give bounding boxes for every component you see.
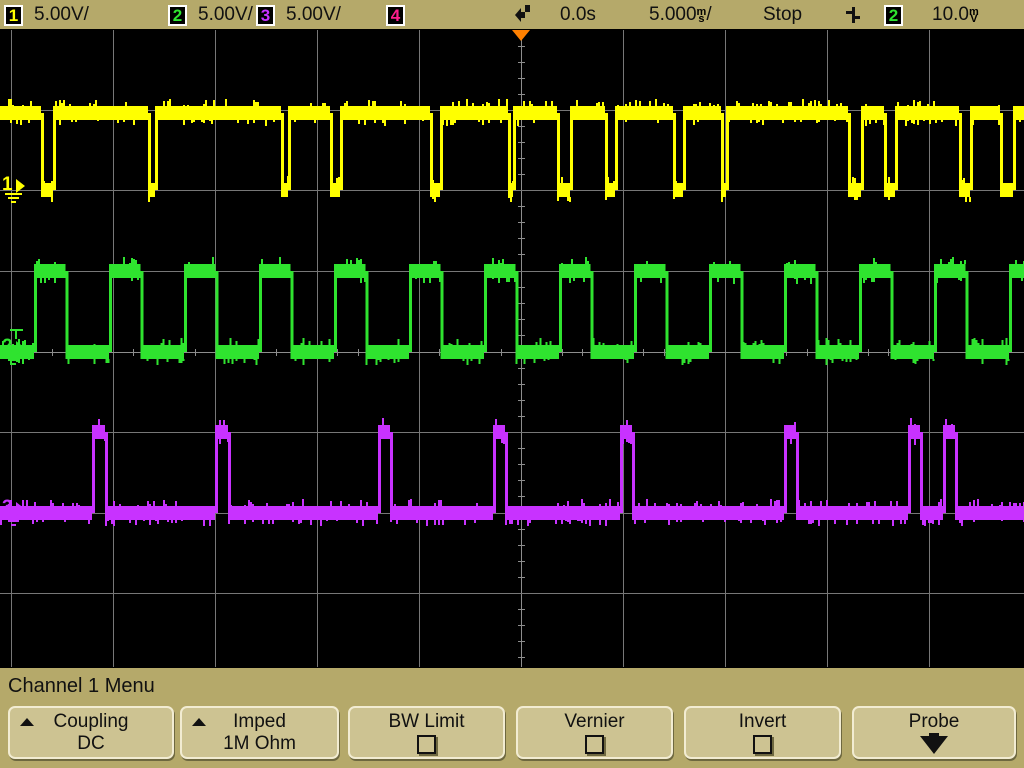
ground-symbol [5,193,22,195]
channel-2-badge[interactable]: 2 [168,5,187,26]
trigger-level-marker[interactable] [15,329,17,339]
channel-1-badge-label: 1 [9,7,18,24]
channel-1-ground-marker[interactable]: 1 [2,176,28,206]
ground-symbol [8,197,19,199]
soft-key-menu: Channel 1 Menu Coupling DC Imped 1M Ohm … [0,667,1024,768]
channel-2-status[interactable]: 2 5.00V/ [168,0,253,30]
channel-4-status[interactable]: 4 [386,0,405,30]
menu-title: Channel 1 Menu [8,675,155,698]
vernier-checkbox[interactable] [585,735,604,754]
timebase[interactable]: 5.000 m s / [649,0,712,30]
softkey-bw-limit-label: BW Limit [350,711,503,733]
ground-symbol [5,516,22,518]
softkey-imped-label: Imped [182,711,337,733]
invert-checkbox[interactable] [753,735,772,754]
channel-1-marker-pointer [16,179,25,193]
horizontal-delay[interactable]: 0.0s [560,0,596,30]
rising-edge-icon [845,5,861,25]
ground-symbol [8,359,19,361]
ground-symbol [5,355,22,357]
channel-3-marker-pointer [16,502,25,516]
channel-4-badge[interactable]: 4 [386,5,405,26]
channel-3-badge-label: 3 [261,7,270,24]
channel-1-badge[interactable]: 1 [4,5,23,26]
channel-2-badge-label: 2 [173,7,182,24]
bw-limit-checkbox[interactable] [417,735,436,754]
channel-2-marker-pointer [16,341,25,355]
trigger-source-badge[interactable]: 2 [884,5,903,26]
ground-symbol [11,524,16,526]
channel-1-trace [0,99,1024,202]
softkey-coupling-label: Coupling [10,711,172,733]
timebase-unit-denominator: s [698,16,704,23]
softkey-invert[interactable]: Invert [684,706,841,759]
softkey-imped-value: 1M Ohm [182,733,337,755]
channel-1-scale: 5.00V/ [34,4,89,26]
softkey-coupling[interactable]: Coupling DC [8,706,174,759]
chevron-down-icon [918,733,950,755]
waveform-traces [0,30,1024,667]
status-bar: 1 5.00V/ 2 5.00V/ 3 5.00V/ 4 [0,0,1024,30]
acquisition-state-label: Stop [763,4,802,26]
timebase-suffix: / [706,4,711,26]
channel-3-status[interactable]: 3 5.00V/ [256,0,341,30]
channel-1-marker-label: 1 [2,175,13,194]
softkey-coupling-value: DC [10,733,172,755]
channel-3-ground-marker[interactable]: 3 [2,499,28,529]
horizontal-delay-value: 0.0s [560,4,596,26]
oscilloscope-screen: 1 5.00V/ 2 5.00V/ 3 5.00V/ 4 [0,0,1024,768]
channel-4-badge-label: 4 [391,7,400,24]
channel-3-scale: 5.00V/ [286,4,341,26]
ground-symbol [11,363,16,365]
ground-symbol [11,201,16,203]
channel-3-trace [0,418,1024,526]
channel-2-trace [0,257,1024,365]
acquisition-state[interactable]: Stop [763,0,802,30]
timebase-unit: m s [697,9,707,23]
timebase-value: 5.000 [649,4,697,26]
softkey-invert-label: Invert [686,711,839,733]
waveform-graticule[interactable]: 1 2 3 [0,30,1024,667]
softkey-probe-label: Probe [854,711,1014,733]
channel-1-status[interactable]: 1 5.00V/ [4,0,89,30]
channel-2-scale: 5.00V/ [198,4,253,26]
trigger-level-value: 10.0 [932,4,969,26]
trigger-level-unit: m V [969,9,979,23]
trigger-level-unit-denominator: V [970,16,977,23]
softkey-vernier-label: Vernier [518,711,671,733]
softkey-imped[interactable]: Imped 1M Ohm [180,706,339,759]
trigger-source[interactable]: 2 [884,0,903,30]
trigger-level[interactable]: 10.0 m V [932,0,979,30]
channel-2-ground-marker[interactable]: 2 [2,338,28,368]
softkey-vernier[interactable]: Vernier [516,706,673,759]
softkey-probe[interactable]: Probe [852,706,1016,759]
ground-symbol [8,520,19,522]
trigger-slope[interactable] [845,0,861,30]
channel-3-marker-label: 3 [2,498,13,517]
channel-3-badge[interactable]: 3 [256,5,275,26]
trigger-source-badge-label: 2 [889,7,898,24]
channel-2-marker-label: 2 [2,337,13,356]
trigger-position-arrow-icon[interactable] [512,2,534,26]
softkey-bw-limit[interactable]: BW Limit [348,706,505,759]
